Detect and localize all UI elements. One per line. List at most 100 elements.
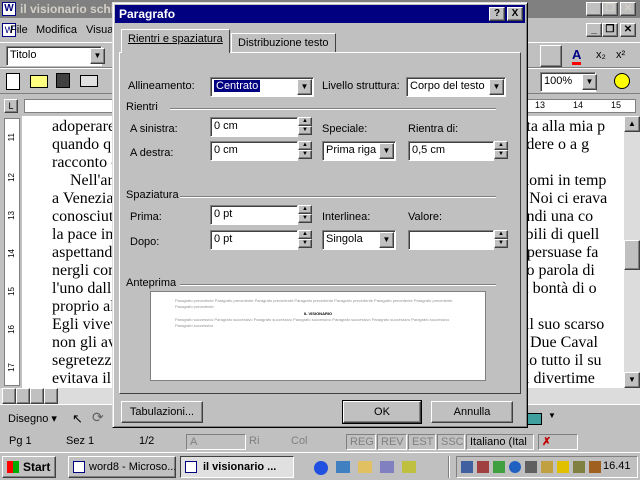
vertical-ruler[interactable]: 11 12 13 14 15 16 17 (4, 118, 20, 386)
open-icon[interactable] (30, 75, 48, 88)
special-dropdown-icon[interactable]: ▼ (379, 143, 394, 159)
tray-icon[interactable] (493, 461, 505, 473)
close-icon[interactable]: X (507, 7, 523, 21)
status-ssc[interactable]: SSC (437, 434, 465, 450)
desktop-icon[interactable] (336, 461, 350, 473)
left-indent-spinner[interactable]: ▲ ▼ (298, 117, 312, 137)
alignment-dropdown-icon[interactable]: ▼ (297, 79, 312, 95)
spin-down-icon[interactable]: ▼ (298, 214, 312, 223)
3d-icon[interactable] (526, 413, 542, 425)
tab-selector[interactable]: L (4, 99, 18, 113)
tray-icon[interactable] (509, 461, 521, 473)
before-input[interactable]: 0 pt (210, 205, 298, 225)
toolbar-dropdown-icon[interactable]: ▼ (548, 411, 556, 420)
cancel-button[interactable]: Annulla (431, 401, 513, 423)
at-input[interactable] (408, 230, 494, 250)
close-icon[interactable]: ✕ (620, 2, 636, 16)
tray-icon[interactable] (573, 461, 585, 473)
task-word8[interactable]: word8 - Microso... (68, 456, 176, 478)
task-visionario[interactable]: il visionario ... (180, 456, 294, 478)
tab-indents-spacing[interactable]: Rientri e spaziatura (121, 29, 230, 53)
scroll-down-icon[interactable]: ▼ (624, 372, 640, 388)
tray-icon[interactable] (557, 461, 569, 473)
status-est[interactable]: EST (408, 434, 436, 450)
right-indent-input[interactable]: 0 cm (210, 141, 298, 161)
doc-minimize-icon[interactable]: _ (586, 23, 602, 37)
page-view-icon[interactable] (30, 388, 44, 404)
vertical-scrollbar[interactable]: ▲ ▼ (624, 116, 640, 388)
tab-text-flow[interactable]: Distribuzione testo (231, 33, 336, 53)
vruler-mark: 14 (7, 249, 16, 258)
rotate-icon[interactable]: ⟳ (92, 409, 104, 426)
help-icon[interactable]: ? (489, 7, 505, 21)
outline-dropdown-icon[interactable]: ▼ (489, 79, 504, 95)
word-title: il visionario schi (20, 2, 115, 16)
spin-up-icon[interactable]: ▲ (494, 141, 508, 150)
right-indent-spinner[interactable]: ▲ ▼ (298, 141, 312, 161)
doc-restore-icon[interactable]: ❐ (602, 23, 618, 37)
draw-menu[interactable]: Disegno ▾ (8, 412, 57, 425)
spin-down-icon[interactable]: ▼ (298, 150, 312, 159)
scroll-up-icon[interactable]: ▲ (624, 116, 640, 132)
zoom-dropdown-icon[interactable]: ▼ (582, 74, 597, 90)
after-spinner[interactable]: ▲ ▼ (298, 230, 312, 250)
spin-up-icon[interactable]: ▲ (298, 141, 312, 150)
subscript-icon[interactable]: x₂ (596, 49, 606, 61)
border-icon[interactable] (540, 45, 562, 67)
menu-visualizza[interactable]: Visua (86, 20, 113, 40)
menu-file[interactable]: File (10, 20, 28, 40)
new-document-icon[interactable] (6, 73, 20, 90)
outline-view-icon[interactable] (44, 388, 58, 404)
menu-modifica[interactable]: Modifica (36, 20, 77, 40)
at-spinner[interactable]: ▲ ▼ (494, 230, 508, 250)
volume-icon[interactable] (541, 461, 553, 473)
outlook-icon[interactable] (358, 461, 372, 473)
doc-close-icon[interactable]: ✕ (620, 23, 636, 37)
superscript-icon[interactable]: x² (616, 49, 625, 61)
spelling-status-icon[interactable]: ✗ (538, 434, 578, 450)
spin-down-icon[interactable]: ▼ (298, 126, 312, 135)
channels-icon[interactable] (380, 461, 394, 473)
status-reg[interactable]: REG (346, 434, 376, 450)
indent-by-spinner[interactable]: ▲ ▼ (494, 141, 508, 161)
ie-icon[interactable] (314, 461, 328, 475)
print-icon[interactable] (80, 75, 98, 87)
status-language[interactable]: Italiano (Ital (466, 434, 534, 450)
save-icon[interactable] (56, 73, 70, 88)
ok-button[interactable]: OK (342, 400, 422, 424)
font-color-icon[interactable]: A (572, 47, 582, 65)
line-spacing-dropdown-icon[interactable]: ▼ (379, 232, 394, 248)
spin-up-icon[interactable]: ▲ (494, 230, 508, 239)
spin-up-icon[interactable]: ▲ (298, 205, 312, 214)
normal-view-icon[interactable] (2, 388, 16, 404)
minimize-icon[interactable]: _ (586, 2, 602, 16)
tray-icon[interactable] (525, 461, 537, 473)
start-button[interactable]: Start (2, 456, 56, 478)
select-objects-icon[interactable]: ↖ (72, 411, 83, 427)
left-indent-input[interactable]: 0 cm (210, 117, 298, 137)
vruler-mark: 11 (7, 133, 16, 142)
explorer-icon[interactable] (402, 461, 416, 473)
spin-down-icon[interactable]: ▼ (494, 239, 508, 248)
tray-icon[interactable] (461, 461, 473, 473)
style-dropdown-icon[interactable]: ▼ (90, 48, 105, 64)
restore-icon[interactable]: ❐ (602, 2, 618, 16)
tray-icon[interactable] (477, 461, 489, 473)
spin-down-icon[interactable]: ▼ (494, 150, 508, 159)
spin-down-icon[interactable]: ▼ (298, 239, 312, 248)
help-assistant-icon[interactable] (614, 73, 630, 89)
outline-level-label: Livello struttura: (322, 80, 400, 92)
style-box[interactable]: Titolo (6, 46, 102, 66)
after-input[interactable]: 0 pt (210, 230, 298, 250)
layout-view-icon[interactable] (16, 388, 30, 404)
tabs-button[interactable]: Tabulazioni... (121, 401, 203, 423)
spin-up-icon[interactable]: ▲ (298, 117, 312, 126)
spin-up-icon[interactable]: ▲ (298, 230, 312, 239)
tray-icon[interactable] (589, 461, 601, 473)
clock[interactable]: 16.41 (603, 460, 631, 472)
indent-by-input[interactable]: 0,5 cm (408, 141, 494, 161)
preview-box: Paragrafo precedente Paragrafo precedent… (150, 291, 486, 381)
status-rev[interactable]: REV (377, 434, 407, 450)
scroll-thumb[interactable] (624, 240, 640, 270)
before-spinner[interactable]: ▲ ▼ (298, 205, 312, 225)
